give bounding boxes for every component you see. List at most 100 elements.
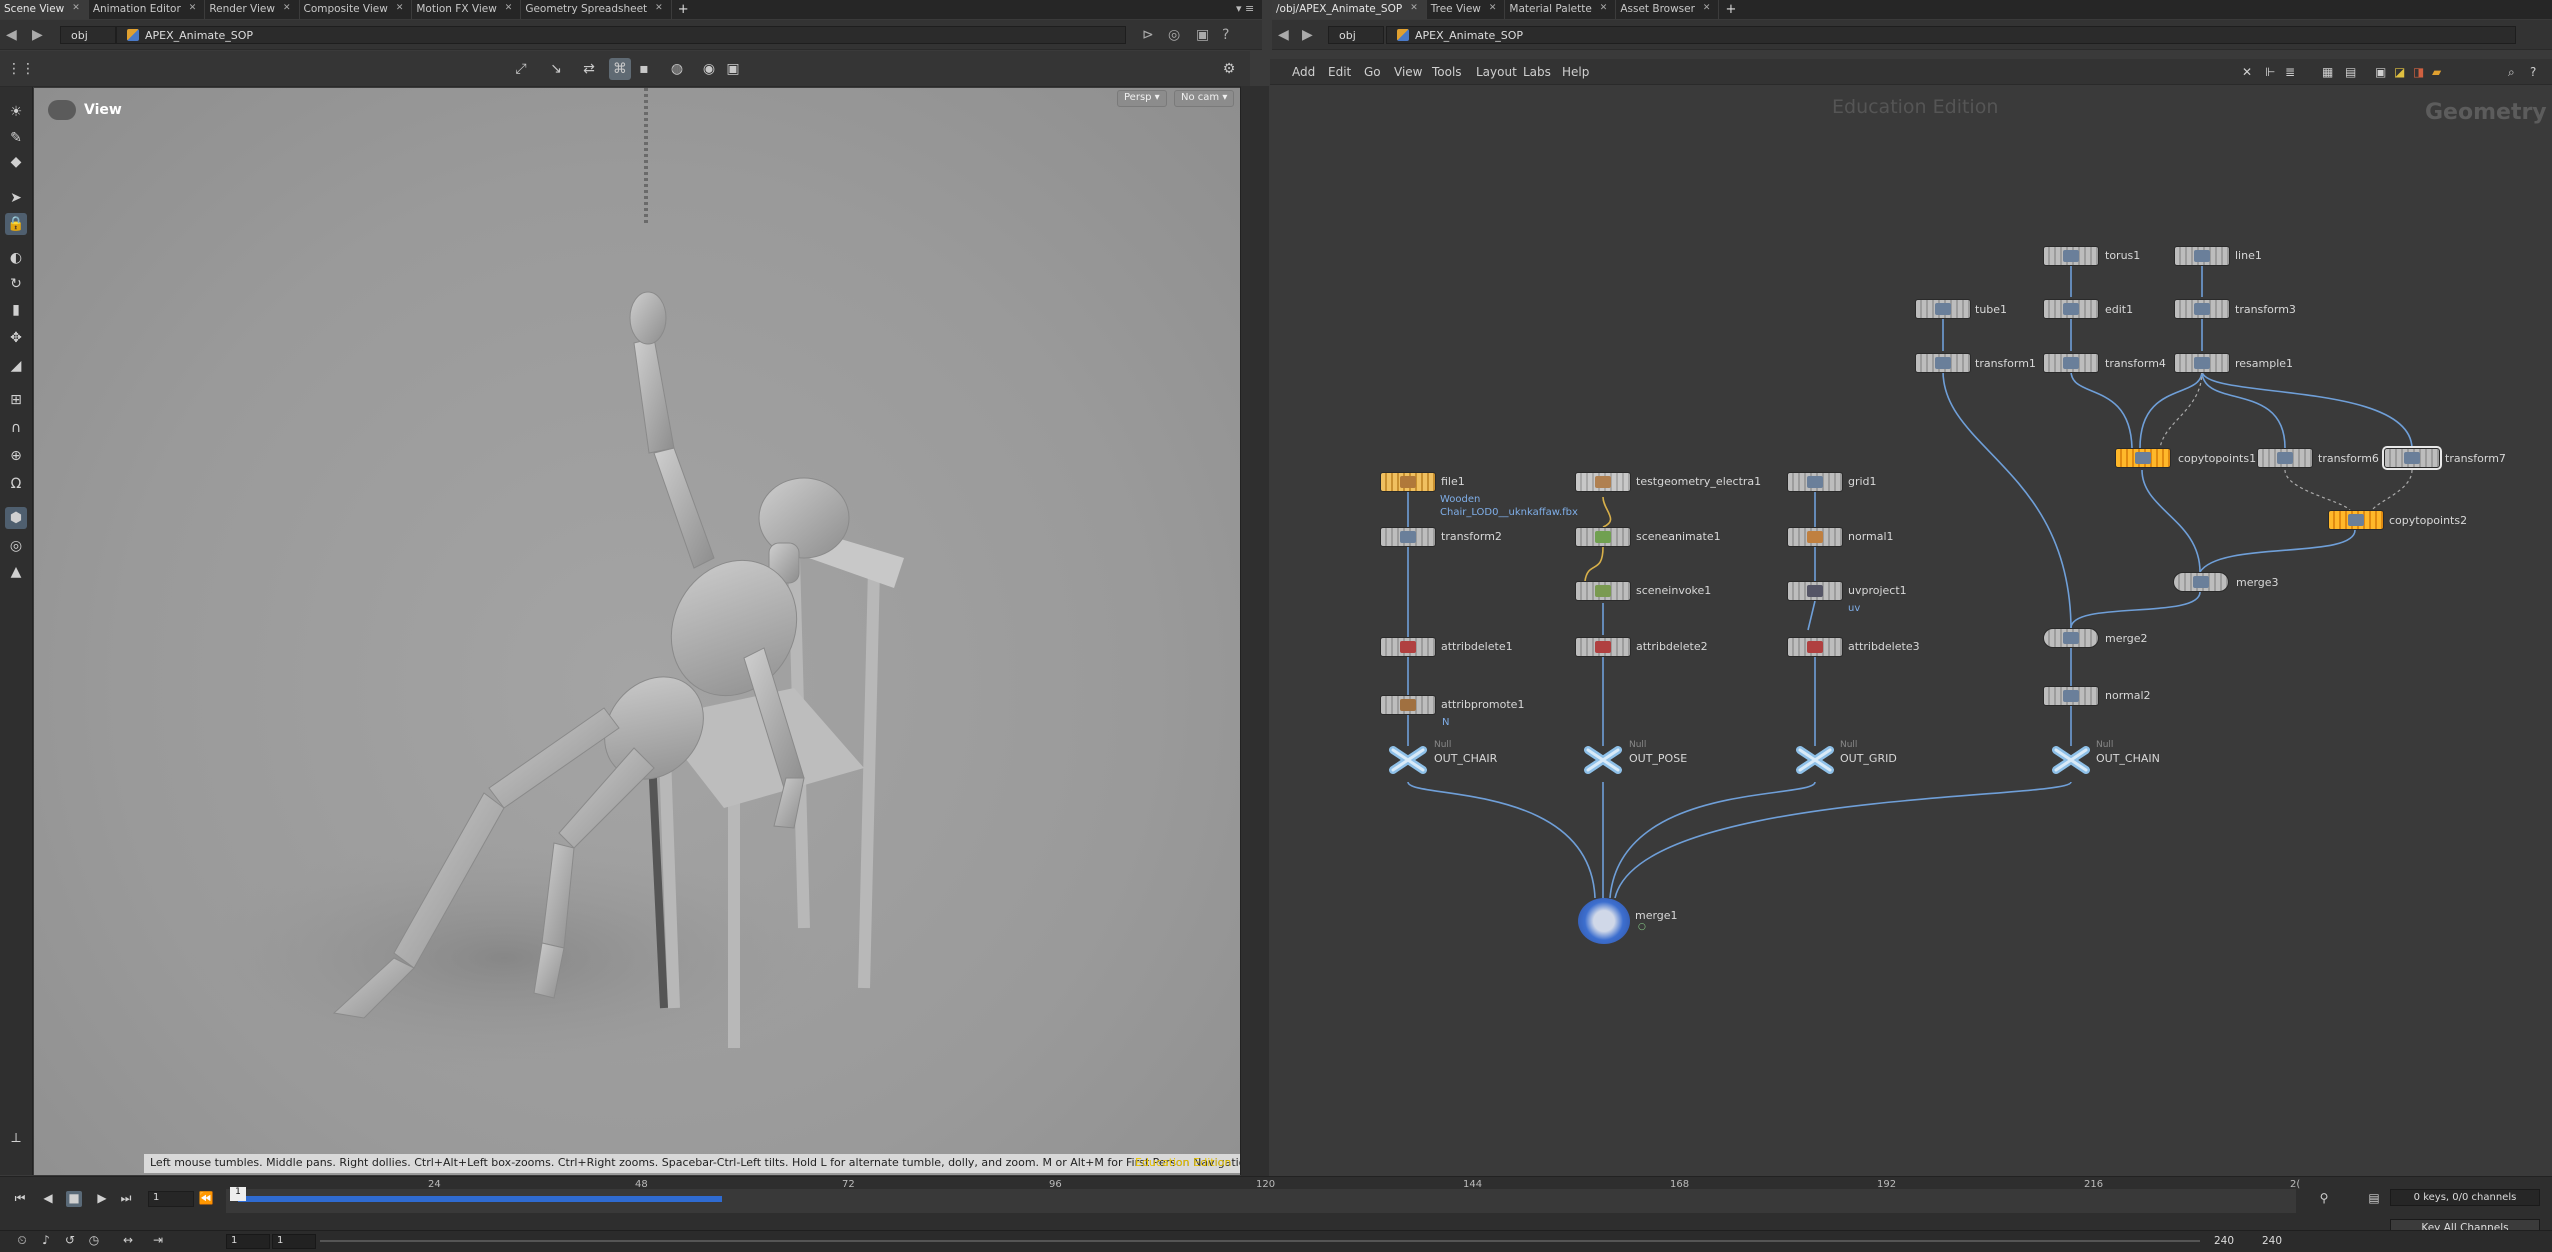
pose-tool-icon[interactable]: ⊕ bbox=[5, 445, 27, 467]
move-icon[interactable]: ✥ bbox=[5, 327, 27, 349]
node-sceneinvoke1[interactable] bbox=[1575, 581, 1631, 601]
tab-material-palette[interactable]: Material Palette ✕ bbox=[1505, 0, 1617, 19]
node-grid1[interactable] bbox=[1787, 472, 1843, 492]
realtime-icon[interactable]: ⏲ bbox=[14, 1233, 30, 1249]
path-obj[interactable]: obj bbox=[1328, 26, 1384, 44]
timeline-cursor[interactable]: 1 bbox=[230, 1187, 246, 1201]
null-out-chair[interactable] bbox=[1388, 745, 1428, 775]
close-icon[interactable]: ✕ bbox=[655, 3, 663, 13]
menu-go[interactable]: Go bbox=[1364, 65, 1381, 79]
menu-layout[interactable]: Layout bbox=[1476, 65, 1517, 79]
menu-edit[interactable]: Edit bbox=[1328, 65, 1351, 79]
start-frame-field[interactable]: 1 bbox=[226, 1234, 270, 1249]
brush-icon[interactable]: ✎ bbox=[5, 127, 27, 149]
rig-icon[interactable]: ⊞ bbox=[5, 389, 27, 411]
node-merge1[interactable] bbox=[1578, 898, 1630, 944]
step-icon[interactable]: ⏪ bbox=[198, 1191, 214, 1207]
list-icon[interactable]: ≣ bbox=[2285, 65, 2295, 79]
fps-icon[interactable]: ◷ bbox=[86, 1233, 102, 1249]
node-transform4[interactable] bbox=[2043, 353, 2099, 373]
folder-icon[interactable]: ▰ bbox=[2432, 65, 2441, 79]
node-attribpromote1[interactable] bbox=[1380, 695, 1436, 715]
node-tube1[interactable] bbox=[1915, 299, 1971, 319]
tab-asset-browser[interactable]: Asset Browser ✕ bbox=[1616, 0, 1720, 19]
node-transform7[interactable] bbox=[2382, 446, 2442, 470]
select-icon[interactable]: ↘ bbox=[545, 58, 567, 80]
end-frame-value[interactable]: 240 bbox=[2214, 1235, 2234, 1247]
node-sceneanimate1[interactable] bbox=[1575, 527, 1631, 547]
pane-menu-icon[interactable]: ▾ ≡ bbox=[1236, 2, 1254, 15]
image-icon[interactable]: ▣ bbox=[722, 58, 744, 80]
rotate-icon[interactable]: ↻ bbox=[5, 273, 27, 295]
node-attribdelete3[interactable] bbox=[1787, 637, 1843, 657]
menu-tools[interactable]: Tools bbox=[1432, 65, 1462, 79]
options-icon[interactable]: ⚙ bbox=[1218, 58, 1240, 80]
view-tool-icon[interactable]: ☀ bbox=[5, 101, 27, 123]
close-icon[interactable]: ✕ bbox=[396, 3, 404, 13]
node-file1[interactable] bbox=[1380, 472, 1436, 492]
back-arrow-icon[interactable]: ◀ bbox=[1278, 27, 1289, 43]
node-transform1[interactable] bbox=[1915, 353, 1971, 373]
help-icon[interactable]: ? bbox=[2530, 65, 2536, 79]
node-transform3[interactable] bbox=[2174, 299, 2230, 319]
tab-motion-fx-view[interactable]: Motion FX View ✕ bbox=[412, 0, 522, 19]
close-icon[interactable]: ✕ bbox=[72, 3, 80, 13]
menu-view[interactable]: View bbox=[1394, 65, 1422, 79]
current-frame-field[interactable]: 1 bbox=[148, 1191, 194, 1207]
node-testgeometry-electra1[interactable] bbox=[1575, 472, 1631, 492]
node-line1[interactable] bbox=[2174, 246, 2230, 266]
node-edit1[interactable] bbox=[2043, 299, 2099, 319]
pin-icon[interactable]: ⊳ bbox=[1142, 27, 1154, 43]
magnet-icon[interactable]: ∩ bbox=[5, 417, 27, 439]
channel-icon[interactable]: ▤ bbox=[2366, 1191, 2382, 1207]
jump-end-icon[interactable]: ⏭ bbox=[118, 1191, 134, 1207]
table-icon[interactable]: ▤ bbox=[2345, 65, 2356, 79]
node-normal2[interactable] bbox=[2043, 686, 2099, 706]
tab-tree-view[interactable]: Tree View ✕ bbox=[1427, 0, 1506, 19]
null-out-chain[interactable] bbox=[2051, 745, 2091, 775]
handle-icon[interactable]: ◐ bbox=[5, 247, 27, 269]
node-merge2[interactable] bbox=[2043, 628, 2099, 648]
scale-icon[interactable]: ▮ bbox=[5, 299, 27, 321]
null-out-grid[interactable] bbox=[1795, 745, 1835, 775]
tree-icon[interactable]: ⊩ bbox=[2265, 65, 2275, 79]
desktop-icon[interactable]: ▣ bbox=[1196, 27, 1209, 43]
tab-render-view[interactable]: Render View ✕ bbox=[205, 0, 300, 19]
tab-composite-view[interactable]: Composite View ✕ bbox=[300, 0, 413, 19]
tab-animation-editor[interactable]: Animation Editor ✕ bbox=[89, 0, 206, 19]
snap-icon[interactable]: ⤢ bbox=[510, 58, 532, 80]
target-icon[interactable]: ◎ bbox=[5, 535, 27, 557]
end-frame-value-2[interactable]: 240 bbox=[2262, 1235, 2282, 1247]
transform-icon[interactable]: ⇄ bbox=[578, 58, 600, 80]
close-icon[interactable]: ✕ bbox=[1489, 3, 1497, 13]
path-node[interactable]: APEX_Animate_SOP bbox=[1386, 26, 2516, 44]
close-icon[interactable]: ✕ bbox=[505, 3, 513, 13]
network-editor-area[interactable] bbox=[1270, 86, 2552, 1176]
node-torus1[interactable] bbox=[2043, 246, 2099, 266]
back-arrow-icon[interactable]: ◀ bbox=[6, 27, 17, 43]
tool-wrench-icon[interactable]: ✕ bbox=[2242, 65, 2252, 79]
node-transform2[interactable] bbox=[1380, 527, 1436, 547]
image-icon[interactable]: ▣ bbox=[2375, 65, 2386, 79]
grid-menu-icon[interactable]: ⋮⋮ bbox=[7, 58, 35, 80]
path-obj[interactable]: obj bbox=[60, 26, 116, 44]
add-tab-icon[interactable]: + bbox=[672, 0, 695, 19]
pose-icon[interactable]: ⌘ bbox=[609, 58, 631, 80]
menu-help[interactable]: Help bbox=[1562, 65, 1589, 79]
start-frame-field-2[interactable]: 1 bbox=[272, 1234, 316, 1249]
close-icon[interactable]: ✕ bbox=[1410, 3, 1418, 13]
range-icon[interactable]: ↔ bbox=[120, 1233, 136, 1249]
note-icon[interactable]: ◪ bbox=[2394, 65, 2405, 79]
select-arrow-icon[interactable]: ➤ bbox=[5, 187, 27, 209]
node-normal1[interactable] bbox=[1787, 527, 1843, 547]
forward-arrow-icon[interactable]: ▶ bbox=[1302, 27, 1313, 43]
menu-add[interactable]: Add bbox=[1292, 65, 1315, 79]
close-icon[interactable]: ✕ bbox=[1703, 3, 1711, 13]
grid-icon[interactable]: ▦ bbox=[2322, 65, 2333, 79]
record-icon[interactable]: ◍ bbox=[666, 58, 688, 80]
paint-icon[interactable]: ◆ bbox=[5, 151, 27, 173]
lock-icon[interactable]: 🔒 bbox=[5, 213, 27, 235]
node-merge3[interactable] bbox=[2173, 572, 2229, 592]
cone-icon[interactable]: ▲ bbox=[5, 561, 27, 583]
null-out-pose[interactable] bbox=[1583, 745, 1623, 775]
